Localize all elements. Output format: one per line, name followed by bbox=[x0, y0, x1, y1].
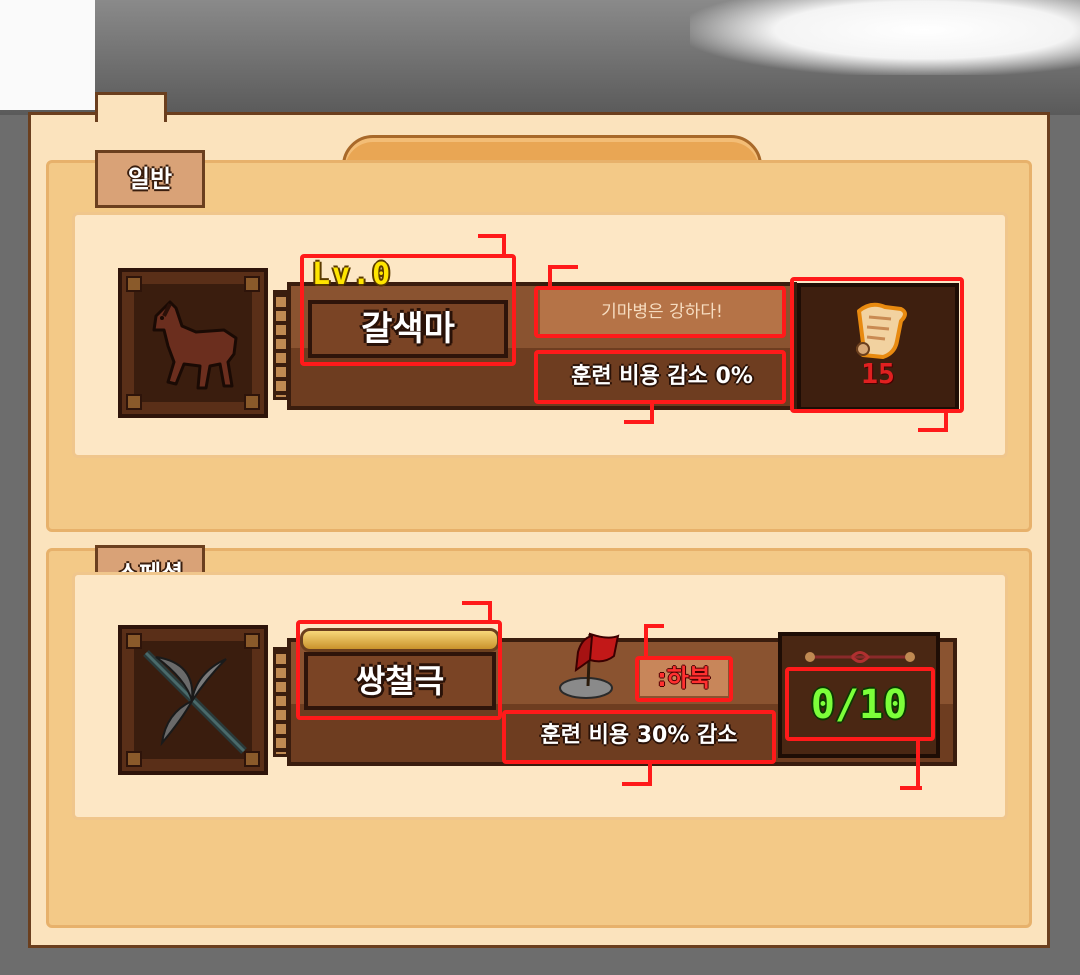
ornament-icon bbox=[805, 651, 915, 663]
highlight-unit-name bbox=[300, 254, 516, 366]
highlight-training-cost bbox=[534, 350, 786, 404]
red-flag-icon bbox=[559, 632, 620, 699]
double-halberd-icon bbox=[143, 650, 247, 754]
highlight-counter bbox=[785, 667, 935, 741]
highlight-description bbox=[534, 286, 786, 338]
highlight-requirement bbox=[635, 656, 733, 702]
general-section-label: 일반 bbox=[95, 150, 205, 208]
frame-tab bbox=[95, 92, 167, 122]
highlight-special-training-cost bbox=[502, 710, 776, 764]
background-corner bbox=[0, 0, 95, 110]
highlight-special-name bbox=[296, 620, 502, 720]
weapon-icon-box[interactable] bbox=[118, 625, 268, 775]
horse-icon bbox=[152, 300, 238, 390]
horse-icon-box[interactable] bbox=[118, 268, 268, 418]
background-cloud bbox=[690, 0, 1080, 75]
highlight-scroll-item bbox=[790, 277, 964, 413]
